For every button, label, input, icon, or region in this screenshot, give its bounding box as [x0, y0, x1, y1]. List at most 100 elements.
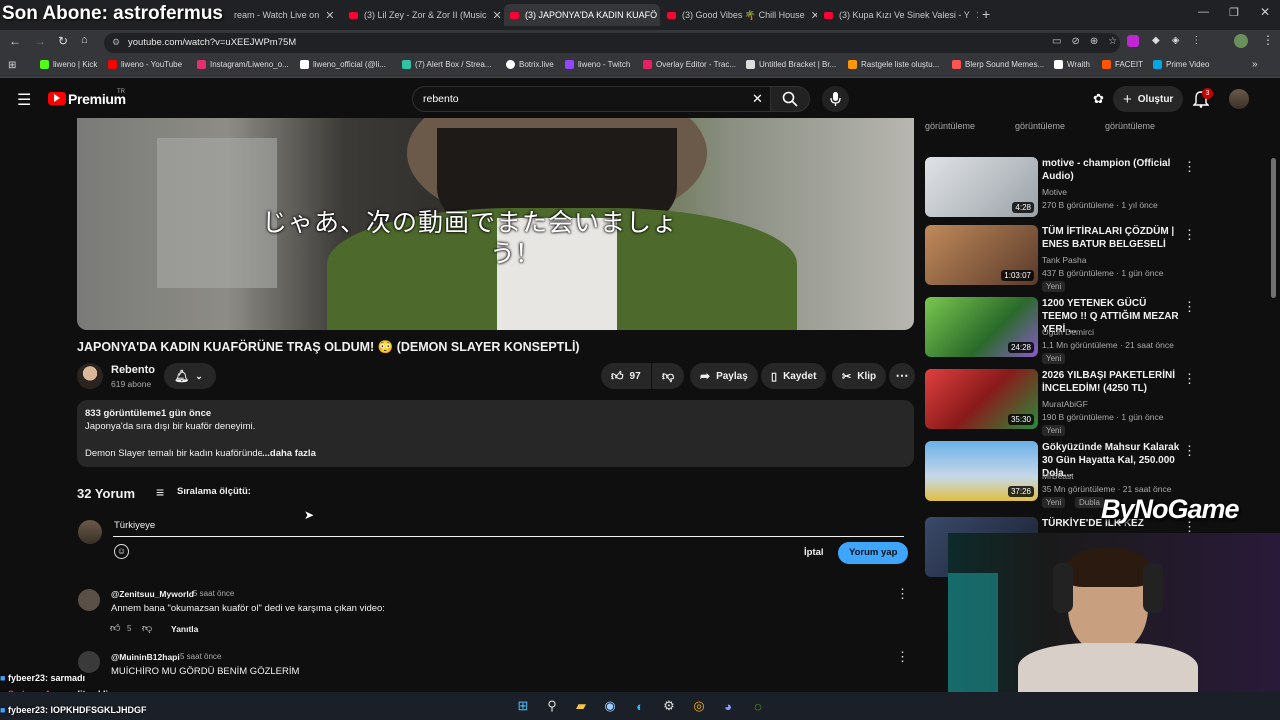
close-icon[interactable]: ✕ — [319, 9, 334, 22]
bookmark[interactable]: Botrix.live — [506, 60, 554, 69]
submit-comment-button[interactable]: Yorum yap — [838, 542, 909, 564]
channel-name[interactable]: MuratAbiGF — [1042, 399, 1088, 409]
minimize-button[interactable]: — — [1198, 6, 1209, 18]
profile-avatar[interactable] — [1234, 34, 1248, 48]
windows-start-icon[interactable]: ⊞ — [514, 697, 532, 715]
recommended-video[interactable]: 24:28 1200 YETENEK GÜCÜ TEEMO !! Q ATTIĞ… — [925, 297, 1196, 364]
bookmark[interactable]: (7) Alert Box / Strea... — [402, 60, 491, 69]
channel-name[interactable]: Ogün Demirci — [1042, 327, 1094, 337]
bookmark[interactable]: Wraith — [1054, 60, 1090, 69]
menu-icon[interactable]: ⋮ — [1262, 33, 1274, 47]
bookmark[interactable]: Untitled Bracket | Br... — [746, 60, 836, 69]
sort-icon[interactable]: ≡ — [156, 484, 164, 500]
settings-icon[interactable]: ⚙ — [660, 697, 678, 715]
more-icon[interactable]: ⋮ — [1183, 443, 1196, 459]
avatar[interactable] — [78, 589, 100, 611]
create-button[interactable]: + Oluştur — [1113, 86, 1184, 112]
chrome-icon[interactable]: ◎ — [690, 697, 708, 715]
app-icon[interactable]: ◌ — [749, 697, 767, 715]
bookmark[interactable]: liweno | Kick — [40, 60, 97, 69]
close-icon[interactable]: ✕ — [657, 9, 660, 22]
comment-input[interactable] — [113, 519, 904, 537]
discord-icon[interactable]: ◕ — [719, 697, 737, 715]
more-bookmarks-icon[interactable]: » — [1252, 59, 1258, 70]
video-thumbnail[interactable]: 24:28 — [925, 297, 1038, 357]
search-icon[interactable]: ⚲ — [543, 697, 561, 715]
url-text[interactable]: youtube.com/watch?v=uXEEJWPm75M — [128, 37, 296, 48]
comment-menu-icon[interactable]: ⋮ — [896, 649, 909, 665]
more-icon[interactable]: ⋮ — [1183, 227, 1196, 243]
bookmark[interactable]: liweno_official (@li... — [300, 60, 386, 69]
video-thumbnail[interactable]: 4:28 — [925, 157, 1038, 217]
bookmark[interactable]: Blerp Sound Memes... — [952, 60, 1044, 69]
reload-icon[interactable]: ↻ — [58, 34, 68, 48]
avatar[interactable] — [78, 651, 100, 673]
more-icon[interactable]: ⋮ — [1183, 299, 1196, 315]
bookmark[interactable]: Overlay Editor - Trac... — [643, 60, 736, 69]
extension-icon[interactable]: ✿ — [1093, 91, 1104, 107]
close-icon[interactable]: ✕ — [805, 9, 817, 22]
dislike-button[interactable]: 👎︎ — [652, 363, 684, 389]
channel-name[interactable]: Motive — [1042, 187, 1067, 197]
comment-author[interactable]: @Zenitsuu_Myworld — [111, 589, 194, 599]
file-explorer-icon[interactable]: ▰ — [572, 697, 590, 715]
home-icon[interactable]: ⌂ — [81, 34, 88, 46]
bookmark[interactable]: FACEIT — [1102, 60, 1143, 69]
tab-kick-stream[interactable]: ream - Watch Live on ✕ — [228, 4, 340, 26]
emoji-icon[interactable]: ☺ — [114, 544, 129, 559]
more-actions-button[interactable]: ⋯ — [889, 363, 915, 389]
bookmark[interactable]: liweno - Twitch — [565, 60, 630, 69]
comment-author[interactable]: @MuininB12hapi — [111, 652, 180, 662]
back-icon[interactable]: ← — [9, 34, 21, 48]
avatar[interactable] — [1229, 89, 1249, 109]
new-tab-button[interactable]: + — [982, 6, 990, 22]
comment-time[interactable]: 5 saat önce — [193, 589, 234, 598]
close-window-button[interactable]: ✕ — [1260, 5, 1270, 19]
video-thumbnail[interactable]: 1:03:07 — [925, 225, 1038, 285]
share-button[interactable]: ➦ Paylaş — [690, 363, 758, 389]
comment-menu-icon[interactable]: ⋮ — [896, 586, 909, 602]
tab-good-vibes[interactable]: (3) Good Vibes 🌴 Chill House ✕ — [661, 4, 817, 26]
bookmark[interactable]: Rastgele liste oluştu... — [848, 60, 939, 69]
save-button[interactable]: ▯ Kaydet — [761, 363, 827, 389]
recommended-video[interactable]: 1:03:07 TÜM İFTİRALARI ÇÖZDÜM | ENES BAT… — [925, 225, 1196, 292]
video-title[interactable]: TÜM İFTİRALARI ÇÖZDÜM | ENES BATUR BELGE… — [1042, 225, 1182, 251]
more-icon[interactable]: ⋮ — [1183, 371, 1196, 387]
scrollbar[interactable] — [1271, 158, 1276, 298]
address-bar-actions[interactable]: ▭⊘⊕☆ — [1052, 36, 1127, 47]
site-info-icon[interactable]: ⚙ — [112, 37, 120, 48]
comment-time[interactable]: 5 saat önce — [180, 652, 221, 661]
steam-icon[interactable]: ◉ — [601, 697, 619, 715]
clear-search-icon[interactable]: ✕ — [752, 91, 763, 107]
like-button[interactable]: 👍︎ 97 — [601, 363, 651, 389]
edge-icon[interactable]: ◐ — [631, 697, 649, 715]
clip-button[interactable]: ✂ Klip — [832, 363, 887, 389]
tab-music[interactable]: (3) Lil Zey - Zor & Zor II (Music ✕ — [343, 4, 503, 26]
recommended-video[interactable]: 35:30 2026 YILBAŞI PAKETLERİNİ İNCELEDİM… — [925, 369, 1196, 436]
video-title[interactable]: 2026 YILBAŞI PAKETLERİNİ İNCELEDİM! (425… — [1042, 369, 1182, 395]
video-thumbnail[interactable]: 37:26 — [925, 441, 1038, 501]
extension-icon[interactable] — [1127, 35, 1139, 47]
thumbs-up-icon[interactable]: 👍︎ — [110, 622, 120, 634]
video-title[interactable]: motive - champion (Official Audio) — [1042, 157, 1182, 183]
channel-name[interactable]: Tank Pasha — [1042, 255, 1086, 265]
forward-icon[interactable]: → — [34, 34, 46, 48]
bookmark[interactable]: liweno - YouTube — [108, 60, 182, 69]
more-icon[interactable]: ⋮ — [1183, 159, 1196, 175]
bookmark[interactable]: Prime Video — [1153, 60, 1209, 69]
channel-name[interactable]: Rebento — [111, 364, 155, 376]
channel-avatar[interactable] — [77, 363, 103, 389]
reply-button[interactable]: Yanıtla — [171, 624, 198, 634]
sort-button[interactable]: Sıralama ölçütü: — [177, 486, 251, 497]
apps-icon[interactable]: ⊞ — [8, 60, 16, 71]
close-icon[interactable]: ✕ — [487, 9, 502, 22]
tab-current-video[interactable]: (3) JAPONYA'DA KADIN KUAFÖ✕ — [504, 4, 660, 26]
hamburger-menu-icon[interactable]: ☰ — [17, 90, 31, 110]
recommended-video[interactable]: 4:28 motive - champion (Official Audio) … — [925, 157, 1196, 219]
cancel-button[interactable]: İptal — [795, 542, 833, 564]
restore-button[interactable]: ❐ — [1229, 6, 1239, 19]
tab-kupa-kizi[interactable]: (3) Kupa Kızı Ve Sinek Valesi - Y✕ — [818, 4, 978, 26]
channel-name[interactable]: MrBeast — [1042, 471, 1074, 481]
show-more-link[interactable]: ...daha fazla — [262, 448, 316, 459]
thumbs-down-icon[interactable]: 👎︎ — [142, 622, 152, 634]
